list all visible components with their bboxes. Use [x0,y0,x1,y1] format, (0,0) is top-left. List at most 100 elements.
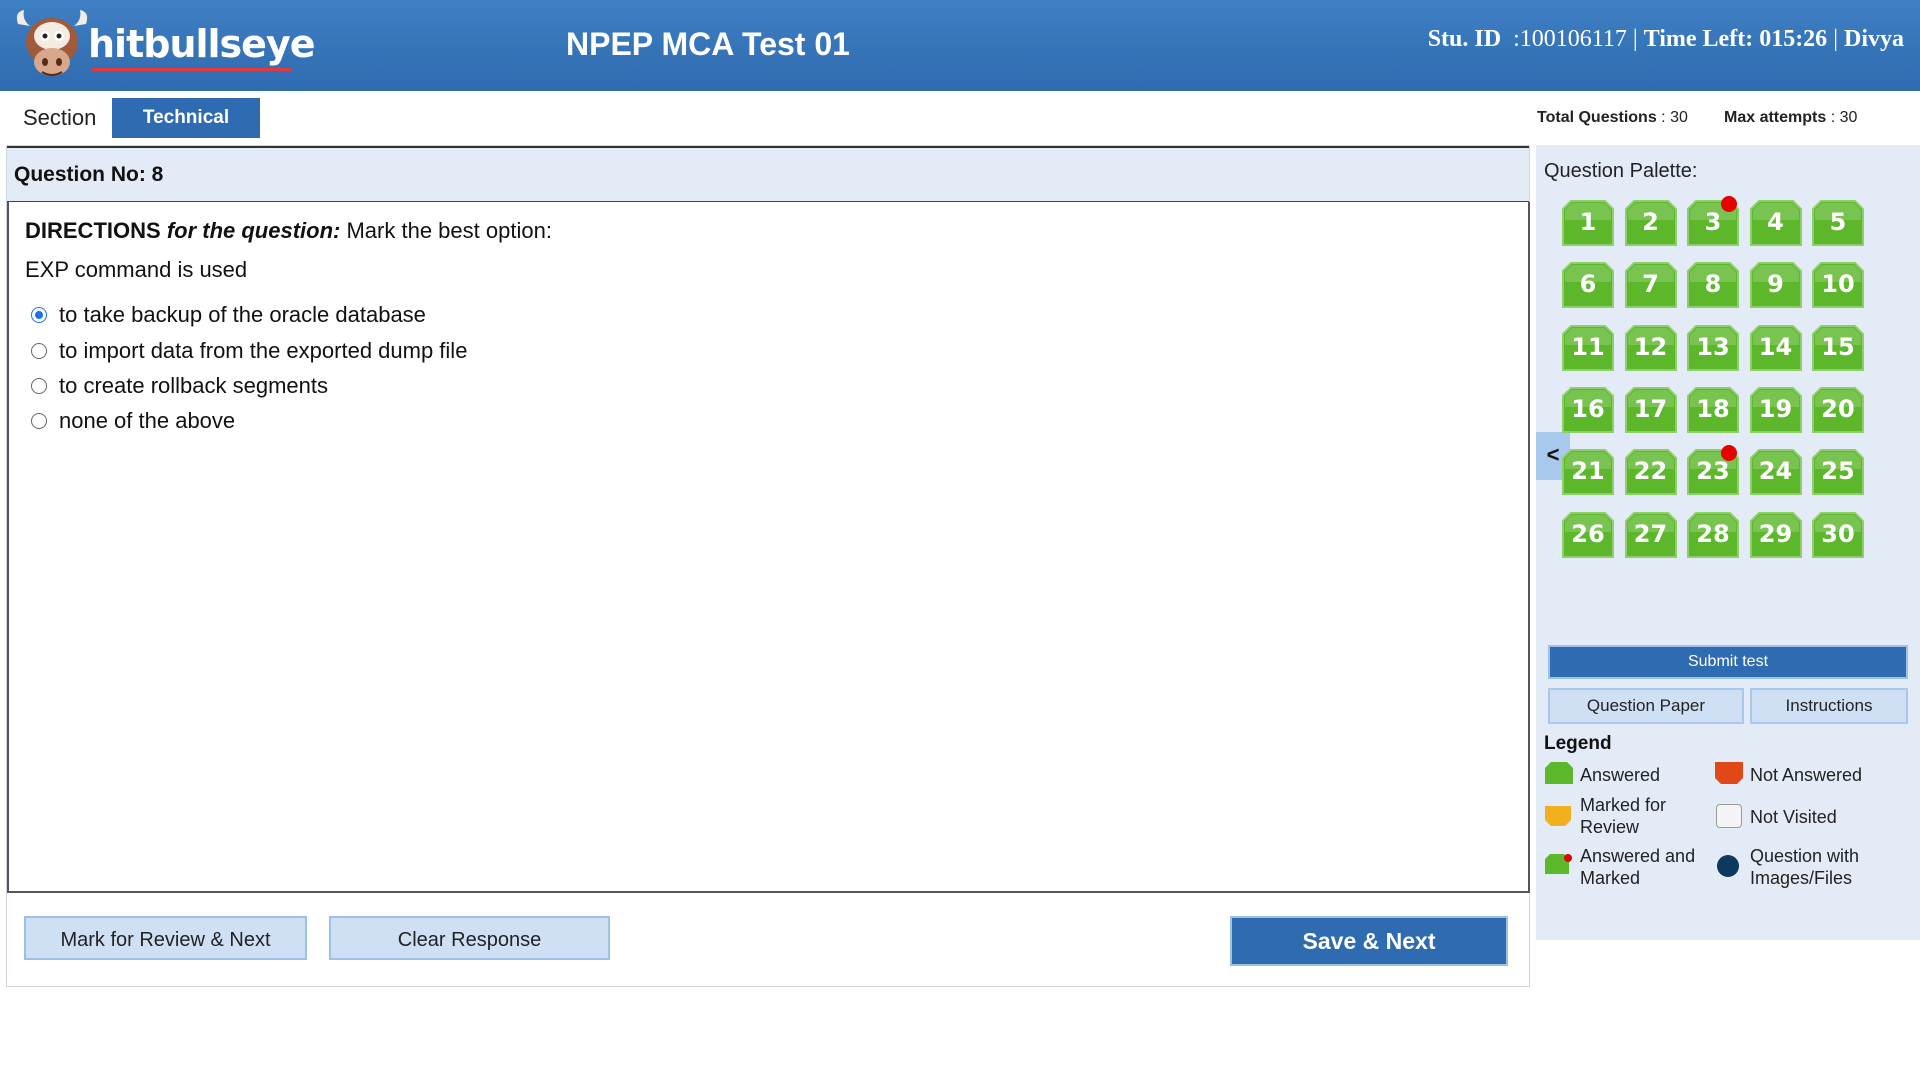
palette-question-22[interactable]: 22 [1624,449,1677,496]
palette-question-1[interactable]: 1 [1562,200,1614,246]
palette-question-number: 9 [1767,270,1784,299]
question-palette-panel: Question Palette: < 1 2 3 4 5 6 7 8 9 10 11 12 13 14 1… [1536,145,1920,940]
palette-question-number: 13 [1696,332,1730,361]
palette-question-number: 17 [1633,394,1668,423]
answered-marked-legend-icon [1545,854,1572,874]
question-container: Question No: 8 DIRECTIONS for the questi… [6,145,1530,987]
question-body: DIRECTIONS for the question: Mark the be… [7,202,1530,893]
option-4-label: none of the above [59,408,236,433]
palette-question-29[interactable]: 29 [1749,511,1802,558]
option-4-radio[interactable] [31,413,47,429]
logo-underline [92,68,292,71]
palette-question-10[interactable]: 10 [1812,262,1864,309]
palette-question-13[interactable]: 13 [1687,324,1739,371]
palette-question-number: 3 [1704,208,1722,236]
legend-images-files-line2: Images/Files [1750,868,1853,888]
option-2[interactable]: to import data from the exported dump fi… [31,338,467,364]
marked-review-legend-icon [1545,806,1571,826]
palette-question-27[interactable]: 27 [1624,511,1677,558]
answered-legend-icon [1545,762,1573,784]
palette-question-number: 27 [1633,519,1668,548]
images-files-legend-icon [1717,855,1739,877]
palette-question-number: 10 [1821,270,1855,299]
palette-question-4[interactable]: 4 [1749,200,1802,246]
palette-question-21[interactable]: 21 [1562,449,1614,496]
instructions-button[interactable]: Instructions [1750,688,1908,724]
submit-test-button[interactable]: Submit test [1548,645,1908,679]
palette-question-number: 4 [1767,208,1784,236]
palette-question-number: 24 [1758,457,1793,486]
question-number: Question No: 8 [14,163,164,186]
palette-question-number: 19 [1758,394,1793,423]
option-2-label: to import data from the exported dump fi… [59,338,468,363]
palette-question-3[interactable]: 3 [1687,196,1739,246]
directions-text: Mark the best option: [346,218,552,243]
clear-response-button[interactable]: Clear Response [329,916,610,960]
palette-question-number: 20 [1821,394,1855,423]
palette-question-24[interactable]: 24 [1749,449,1802,496]
palette-question-number: 18 [1696,394,1730,423]
option-3[interactable]: to create rollback segments [31,373,328,399]
section-label: Section [23,105,97,130]
palette-question-5[interactable]: 5 [1812,200,1864,246]
palette-question-19[interactable]: 19 [1749,386,1802,433]
palette-question-12[interactable]: 12 [1624,324,1677,371]
palette-question-20[interactable]: 20 [1812,386,1864,433]
palette-question-number: 30 [1821,519,1855,548]
palette-question-17[interactable]: 17 [1624,386,1677,433]
legend-marked-review-line2: Review [1580,817,1640,837]
palette-question-23[interactable]: 23 [1687,445,1739,496]
legend-not-visited: Not Visited [1750,807,1837,827]
user-name: Divya [1844,26,1904,52]
palette-question-28[interactable]: 28 [1687,511,1739,558]
palette-question-8[interactable]: 8 [1687,262,1739,309]
palette-question-18[interactable]: 18 [1687,386,1739,433]
palette-question-30[interactable]: 30 [1812,511,1864,558]
palette-question-6[interactable]: 6 [1562,262,1614,309]
palette-question-25[interactable]: 25 [1812,449,1864,496]
legend-answered-marked-line2: Marked [1580,868,1641,888]
option-1-radio[interactable] [31,307,47,323]
palette-question-26[interactable]: 26 [1562,511,1614,558]
option-4[interactable]: none of the above [31,408,235,434]
palette-question-2[interactable]: 2 [1624,200,1677,246]
save-next-button[interactable]: Save & Next [1230,916,1508,966]
palette-question-number: 12 [1633,332,1668,361]
directions-italic: for the question: [166,218,341,243]
option-3-radio[interactable] [31,378,47,394]
palette-question-15[interactable]: 15 [1812,324,1864,371]
palette-question-number: 26 [1571,519,1605,548]
legend-marked-review: Marked for Review [1580,794,1666,838]
legend-answered-marked: Answered and Marked [1580,845,1695,889]
question-paper-button[interactable]: Question Paper [1548,688,1744,724]
max-attempts-label: Max attempts [1724,109,1827,126]
option-2-radio[interactable] [31,343,47,359]
logo-wordmark: hitbullseye [88,22,315,66]
brand-logo: hitbullseye [12,6,315,86]
palette-question-9[interactable]: 9 [1749,262,1802,309]
palette-question-number: 2 [1642,208,1659,236]
palette-question-14[interactable]: 14 [1749,324,1802,371]
palette-question-16[interactable]: 16 [1562,386,1614,433]
palette-question-number: 8 [1704,270,1722,299]
not-visited-legend-icon [1716,804,1742,828]
legend-answered: Answered [1580,765,1661,785]
palette-question-11[interactable]: 11 [1562,324,1614,371]
total-questions-value: : 30 [1661,109,1688,126]
legend-marked-review-line1: Marked for [1580,795,1667,815]
student-id: :100106117 [1513,26,1627,52]
option-3-label: to create rollback segments [59,373,329,398]
palette-question-number: 16 [1571,394,1605,423]
palette-question-number: 25 [1821,457,1855,486]
separator: | [1632,26,1638,52]
legend-images-files: Question with Images/Files [1750,845,1859,889]
app-header: hitbullseye NPEP MCA Test 01 Stu. ID :10… [0,0,1920,91]
student-id-label: Stu. ID [1427,26,1502,52]
palette-question-number: 1 [1579,208,1597,236]
not-answered-legend-icon [1715,762,1743,784]
tab-technical[interactable]: Technical [112,98,260,138]
palette-question-7[interactable]: 7 [1624,262,1677,309]
legend-answered-marked-line1: Answered and [1580,846,1696,866]
option-1[interactable]: to take backup of the oracle database [31,302,426,328]
mark-review-next-button[interactable]: Mark for Review & Next [24,916,307,960]
